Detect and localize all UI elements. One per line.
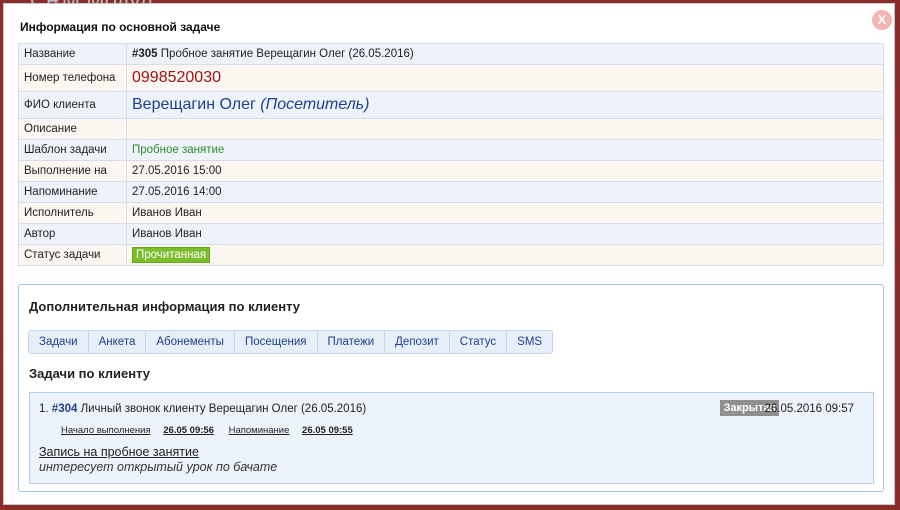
reminder-label: Напоминание bbox=[228, 425, 290, 436]
value-description bbox=[126, 118, 884, 140]
tab-questionnaire[interactable]: Анкета bbox=[89, 331, 147, 353]
row-author: Автор Иванов Иван bbox=[18, 223, 884, 245]
row-reminder: Напоминание 27.05.2016 14:00 bbox=[18, 181, 884, 203]
label-client: ФИО клиента bbox=[18, 91, 127, 119]
client-task-title: Личный звонок клиенту Верещагин Олег (26… bbox=[77, 403, 367, 415]
value-executor: Иванов Иван bbox=[126, 202, 884, 224]
close-icon[interactable]: X bbox=[872, 10, 892, 30]
task-datetime: 26.05.2016 09:57 bbox=[764, 403, 854, 415]
tab-status[interactable]: Статус bbox=[450, 331, 508, 353]
phone-number: 0998520030 bbox=[132, 69, 221, 86]
tab-subscriptions[interactable]: Абонементы bbox=[146, 331, 235, 353]
row-due: Выполнение на 27.05.2016 15:00 bbox=[18, 160, 884, 182]
panel-title: Дополнительная информация по клиенту bbox=[29, 299, 300, 314]
tab-payments[interactable]: Платежи bbox=[318, 331, 386, 353]
record-link[interactable]: Запись на пробное занятие bbox=[39, 445, 199, 459]
task-title: Пробное занятие Верещагин Олег (26.05.20… bbox=[157, 48, 414, 60]
value-title: #305 Пробное занятие Верещагин Олег (26.… bbox=[126, 43, 884, 65]
task-note: интересует открытый урок по бачате bbox=[39, 460, 278, 474]
label-executor: Исполнитель bbox=[18, 202, 127, 224]
row-description: Описание bbox=[18, 118, 884, 140]
task-id: #305 bbox=[132, 48, 158, 60]
row-executor: Исполнитель Иванов Иван bbox=[18, 202, 884, 224]
status-badge: Прочитанная bbox=[132, 247, 211, 263]
label-phone: Номер телефона bbox=[18, 64, 127, 92]
label-due: Выполнение на bbox=[18, 160, 127, 182]
label-description: Описание bbox=[18, 118, 127, 140]
reminder-value: 26.05 09:55 bbox=[302, 425, 353, 436]
client-info-panel: Дополнительная информация по клиенту Зад… bbox=[18, 284, 884, 492]
task-info-table: Название #305 Пробное занятие Верещагин … bbox=[18, 43, 884, 266]
label-template: Шаблон задачи bbox=[18, 139, 127, 161]
dialog-title: Информация по основной задаче bbox=[20, 20, 221, 34]
client-task-id[interactable]: #304 bbox=[52, 403, 78, 415]
row-client: ФИО клиента Верещагин Олег (Посетитель) bbox=[18, 91, 884, 119]
value-template: Пробное занятие bbox=[126, 139, 884, 161]
task-info-dialog: Информация по основной задаче X Название… bbox=[3, 3, 895, 505]
value-reminder: 27.05.2016 14:00 bbox=[126, 181, 884, 203]
client-tabs: Задачи Анкета Абонементы Посещения Плате… bbox=[28, 330, 554, 354]
value-status: Прочитанная bbox=[126, 244, 884, 266]
value-client: Верещагин Олег (Посетитель) bbox=[126, 91, 884, 119]
tab-sms[interactable]: SMS bbox=[507, 331, 552, 353]
task-number: 1. bbox=[39, 403, 49, 415]
tab-deposit[interactable]: Депозит bbox=[385, 331, 450, 353]
client-link[interactable]: Верещагин Олег (Посетитель) bbox=[132, 96, 370, 113]
label-title: Название bbox=[18, 43, 127, 65]
client-tasks-title: Задачи по клиенту bbox=[29, 366, 151, 381]
client-task-item: 1. #304 Личный звонок клиенту Верещагин … bbox=[29, 392, 874, 484]
start-value: 26.05 09:56 bbox=[163, 425, 214, 436]
client-name: Верещагин Олег bbox=[132, 96, 256, 113]
client-role: (Посетитель) bbox=[260, 96, 370, 113]
task-template: Пробное занятие bbox=[132, 144, 225, 156]
task-meta: Начало выполнения 26.05 09:56 Напоминани… bbox=[61, 425, 365, 436]
row-title: Название #305 Пробное занятие Верещагин … bbox=[18, 43, 884, 65]
value-due: 27.05.2016 15:00 bbox=[126, 160, 884, 182]
value-phone: 0998520030 bbox=[126, 64, 884, 92]
row-status: Статус задачи Прочитанная bbox=[18, 244, 884, 266]
label-reminder: Напоминание bbox=[18, 181, 127, 203]
row-phone: Номер телефона 0998520030 bbox=[18, 64, 884, 92]
start-label: Начало выполнения bbox=[61, 425, 151, 436]
task-heading: 1. #304 Личный звонок клиенту Верещагин … bbox=[39, 403, 366, 415]
tab-tasks[interactable]: Задачи bbox=[29, 331, 89, 353]
tab-visits[interactable]: Посещения bbox=[235, 331, 318, 353]
label-status: Статус задачи bbox=[18, 244, 127, 266]
row-template: Шаблон задачи Пробное занятие bbox=[18, 139, 884, 161]
value-author: Иванов Иван bbox=[126, 223, 884, 245]
label-author: Автор bbox=[18, 223, 127, 245]
